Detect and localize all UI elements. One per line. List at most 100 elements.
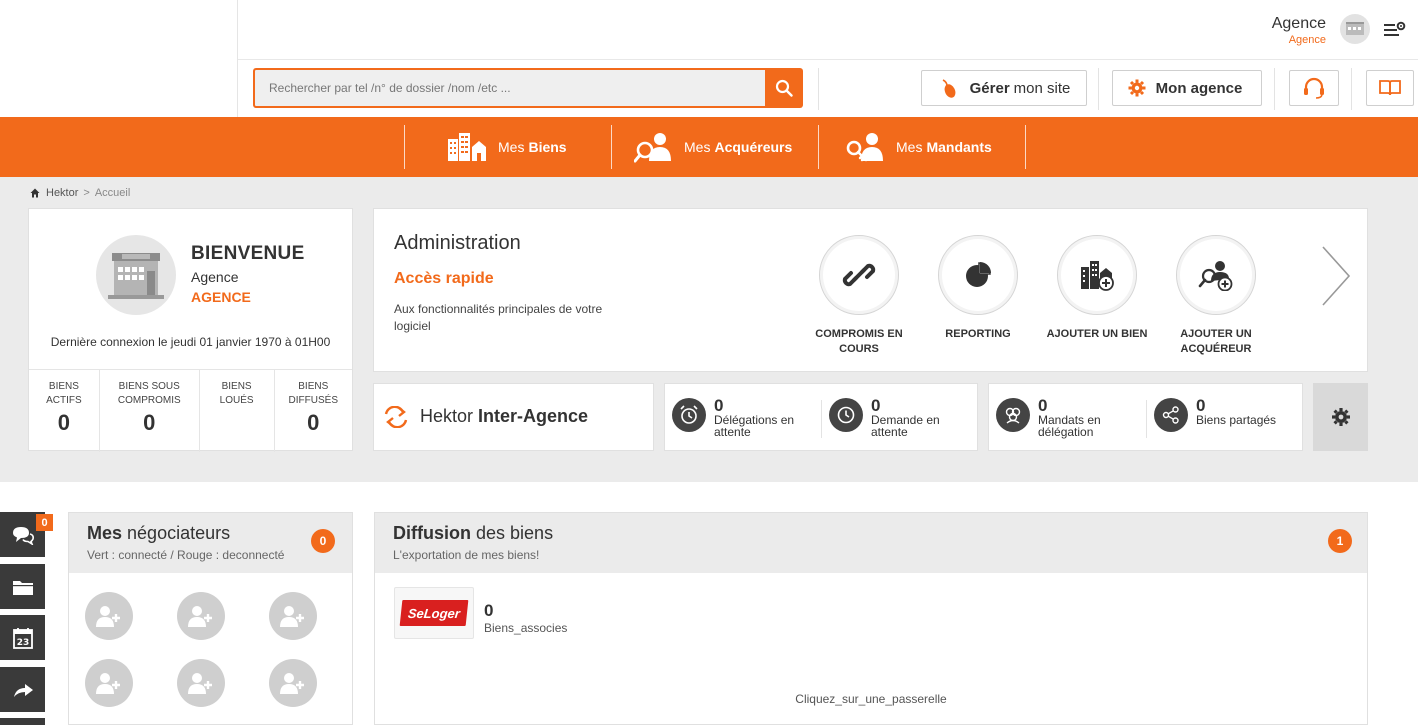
my-agency-button[interactable]: Mon agence: [1112, 70, 1262, 106]
quick-action-circle[interactable]: [1176, 235, 1256, 315]
quick-action-circle[interactable]: [819, 235, 899, 315]
nav-label: Mandants: [926, 139, 992, 155]
header-divider: [1098, 68, 1099, 110]
manage-site-button[interactable]: Gérer mon site: [921, 70, 1087, 106]
interagence-prefix: Hektor: [420, 406, 474, 426]
nav-label: Acquéreurs: [714, 139, 793, 155]
nav-mes-mandants[interactable]: Mes Mandants: [846, 117, 992, 177]
diffusion-panel: Diffusion des biens L'exportation de mes…: [374, 512, 1368, 725]
stat-rented[interactable]: BIENS LOUÉS: [200, 370, 275, 452]
interagence-bold: Inter-Agence: [478, 406, 589, 426]
panel-subtitle: L'exportation de mes biens!: [393, 548, 540, 562]
quick-action-add-buyer[interactable]: AJOUTER UN ACQUÉREUR: [1161, 235, 1271, 357]
breadcrumb-root[interactable]: Hektor: [46, 187, 78, 199]
quick-action-label: COMPROMIS EN COURS: [815, 328, 903, 355]
stat-under-compromise[interactable]: BIENS SOUS COMPROMIS 0: [100, 370, 200, 452]
headset-icon: [1304, 77, 1324, 99]
stat-label: Mandats en délégation: [1038, 413, 1101, 439]
nav-mes-biens[interactable]: Mes Biens: [448, 117, 567, 177]
search-field[interactable]: [253, 68, 765, 108]
nav-divider: [818, 125, 819, 169]
panel-title: Mes négociateurs: [87, 523, 230, 544]
add-user-icon: [280, 673, 304, 694]
manage-site-label-bold: Gérer: [969, 79, 1010, 97]
interagence-settings-button[interactable]: [1313, 383, 1368, 451]
portal-properties-label: Biens_associes: [484, 621, 568, 635]
negotiators-panel: Mes négociateurs Vert : connecté / Rouge…: [68, 512, 353, 725]
nav-label: Biens: [528, 139, 567, 155]
stat-value: 0: [714, 396, 724, 415]
admin-card: Administration Accès rapide Aux fonction…: [373, 208, 1368, 372]
portal-properties-count: 0: [484, 601, 494, 620]
sidebar-more-button[interactable]: [0, 718, 45, 725]
nav-mes-acquereurs[interactable]: Mes Acquéreurs: [634, 117, 792, 177]
add-negotiator-slot[interactable]: [85, 659, 133, 707]
support-button[interactable]: [1289, 70, 1339, 106]
settings-list-icon[interactable]: [1384, 20, 1406, 40]
panel-title-rest: des biens: [476, 523, 554, 543]
admin-title: Administration: [394, 232, 521, 254]
stat-value: 0: [57, 410, 71, 435]
quick-action-circle[interactable]: [1057, 235, 1137, 315]
add-negotiator-slot[interactable]: [177, 592, 225, 640]
header-divider: [1351, 68, 1352, 110]
my-agency-label: Mon agence: [1155, 79, 1243, 97]
admin-description: Aux fonctionnalités principales de votre…: [394, 302, 603, 333]
quick-action-add-property[interactable]: AJOUTER UN BIEN: [1042, 235, 1152, 342]
nav-divider: [1025, 125, 1026, 169]
stat-active-properties[interactable]: BIENS ACTIFS 0: [29, 370, 100, 452]
agency-avatar: [96, 235, 176, 315]
owner-key-icon: [846, 131, 884, 163]
svg-text:23: 23: [16, 638, 29, 648]
stat-published[interactable]: BIENS DIFFUSÉS 0: [275, 370, 352, 452]
add-building-icon: [1068, 246, 1126, 304]
sidebar-folder-button[interactable]: [0, 564, 45, 609]
add-negotiator-slot[interactable]: [85, 592, 133, 640]
forward-arrow-icon: [13, 683, 33, 697]
welcome-agency-name: AGENCE: [191, 289, 251, 305]
search-input[interactable]: [255, 70, 765, 106]
next-arrow-button[interactable]: [1319, 245, 1353, 307]
seloger-logo: SeLoger: [399, 600, 469, 626]
sidebar-share-button[interactable]: [0, 667, 45, 712]
stat-delegated-mandates[interactable]: 0 Mandats en délégation: [996, 396, 1128, 439]
home-icon[interactable]: [30, 188, 40, 198]
panel-title-bold: Diffusion: [393, 523, 471, 543]
quick-action-compromis[interactable]: COMPROMIS EN COURS: [804, 235, 914, 357]
portal-hint-text: Cliquez_sur_une_passerelle: [795, 692, 947, 706]
add-negotiator-slot[interactable]: [269, 592, 317, 640]
link-icon: [830, 246, 888, 304]
nav-label-prefix: Mes: [896, 139, 923, 155]
search-button[interactable]: [765, 68, 803, 108]
user-name[interactable]: Agence: [1272, 15, 1326, 33]
sidebar-calendar-button[interactable]: 23: [0, 615, 45, 660]
stat-shared-properties[interactable]: 0 Biens partagés: [1154, 397, 1296, 432]
breadcrumb-current: Accueil: [94, 187, 131, 199]
add-negotiator-slot[interactable]: [177, 659, 225, 707]
pending-requests-card: 0 Délégations en attente 0 Demande en at…: [664, 383, 978, 451]
stat-pending-delegations[interactable]: 0 Délégations en attente: [672, 396, 804, 438]
stat-value: 0: [871, 396, 881, 415]
stat-label: Demande en attente: [871, 413, 940, 439]
quick-action-label: REPORTING: [945, 328, 1011, 340]
stat-value: 0: [1038, 396, 1048, 415]
stat-label: BIENS LOUÉS: [219, 381, 254, 406]
quick-action-reporting[interactable]: REPORTING: [923, 235, 1033, 342]
add-user-icon: [188, 606, 212, 627]
diffusion-count-badge: 1: [1328, 529, 1352, 553]
quick-action-circle[interactable]: [938, 235, 1018, 315]
seloger-portal-button[interactable]: SeLoger: [394, 587, 474, 639]
manual-button[interactable]: [1366, 70, 1414, 106]
interagence-card[interactable]: Hektor Inter-Agence: [373, 383, 654, 451]
panel-header: Diffusion des biens L'exportation de mes…: [375, 513, 1367, 573]
add-negotiator-slot[interactable]: [269, 659, 317, 707]
panel-subtitle: Vert : connecté / Rouge : deconnecté: [87, 548, 285, 562]
add-user-icon: [188, 673, 212, 694]
agency-avatar[interactable]: [1340, 14, 1370, 44]
nav-label-prefix: Mes: [684, 139, 711, 155]
manage-site-label: mon site: [1013, 79, 1071, 97]
mouse-icon: [942, 79, 956, 98]
property-stats: BIENS ACTIFS 0 BIENS SOUS COMPROMIS 0 BI…: [29, 369, 352, 452]
stat-pending-requests[interactable]: 0 Demande en attente: [829, 396, 961, 439]
add-user-icon: [280, 606, 304, 627]
